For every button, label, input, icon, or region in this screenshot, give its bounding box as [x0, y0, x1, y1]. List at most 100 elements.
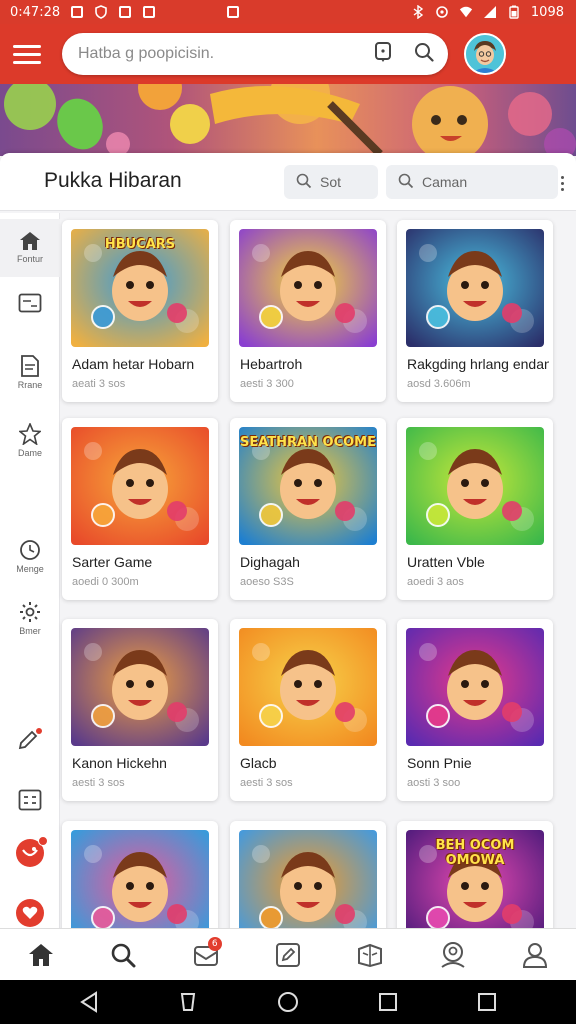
- more-options-icon[interactable]: [561, 176, 564, 191]
- shield-icon: [94, 5, 108, 19]
- game-card[interactable]: BEH OCOM OMOWA: [397, 821, 553, 930]
- main-panel: Pukka Hibaran Sot Caman Fontur Rrane Dam…: [0, 153, 576, 930]
- app-header: [0, 24, 576, 84]
- sidebar-item-settings[interactable]: Bmer: [0, 601, 60, 645]
- square-icon[interactable]: [477, 992, 497, 1012]
- game-card[interactable]: [230, 821, 386, 930]
- game-meta: aesti 3 sos: [240, 777, 293, 789]
- text-icon: [142, 5, 156, 19]
- community-icon: [440, 941, 465, 968]
- nav-search[interactable]: [99, 931, 147, 979]
- sidebar-item-star[interactable]: Dame: [0, 423, 60, 467]
- sidebar-item-game[interactable]: [0, 836, 60, 873]
- nav-profile[interactable]: [511, 931, 559, 979]
- game-title[interactable]: Adam hetar Hobarn: [72, 356, 214, 372]
- sidebar-item-label: Menge: [16, 564, 44, 574]
- search-icon: [296, 173, 312, 192]
- search-icon: [112, 943, 136, 967]
- game-thumbnail: [406, 229, 544, 347]
- game-title[interactable]: Sarter Game: [72, 554, 214, 570]
- game-meta: aosti 3 soo: [407, 777, 461, 789]
- gear-icon: [20, 602, 40, 622]
- hotspot-icon: [435, 5, 449, 19]
- game-title[interactable]: Glacb: [240, 755, 382, 771]
- home-button-icon[interactable]: [277, 991, 299, 1013]
- app-notification-icon: [70, 5, 84, 19]
- game-meta: aoedi 0 300m: [72, 576, 139, 588]
- search-input[interactable]: [78, 45, 374, 63]
- recents-alt-icon[interactable]: [178, 991, 198, 1013]
- nav-inbox[interactable]: 6: [182, 931, 230, 979]
- game-card[interactable]: HBUCARS Adam hetar Hobarn aeati 3 sos: [62, 220, 218, 402]
- game-icon: [16, 836, 48, 867]
- back-icon[interactable]: [79, 991, 99, 1013]
- game-meta: aeati 3 sos: [72, 378, 126, 390]
- notification-badge: 6: [207, 936, 222, 951]
- nav-edit[interactable]: [264, 931, 312, 979]
- sort-label: Sot: [320, 174, 342, 190]
- bluetooth-icon: [411, 5, 425, 19]
- sidebar-item-home[interactable]: Fontur: [0, 219, 60, 277]
- game-title[interactable]: Hebartroh: [240, 356, 382, 372]
- notification-icon[interactable]: [374, 41, 392, 68]
- game-title[interactable]: Rakgding hrlang endan: [407, 356, 549, 372]
- nav-library[interactable]: [346, 931, 394, 979]
- game-title[interactable]: Uratten Vble: [407, 554, 549, 570]
- thumbnail-logo-text: HBUCARS: [104, 237, 176, 252]
- search-icon[interactable]: [414, 42, 434, 67]
- sidebar-item-label: Rrane: [17, 380, 43, 390]
- game-card[interactable]: Sarter Game aoedi 0 300m: [62, 418, 218, 600]
- sidebar-item-clock[interactable]: Menge: [0, 539, 60, 583]
- home-icon: [29, 943, 54, 966]
- game-card[interactable]: [62, 821, 218, 930]
- game-meta: aesti 3 sos: [72, 777, 125, 789]
- filter-label: Caman: [422, 174, 468, 190]
- nav-community[interactable]: [429, 931, 477, 979]
- wifi-icon: [459, 5, 473, 19]
- game-card[interactable]: Glacb aesti 3 sos: [230, 619, 386, 801]
- sidebar-item-edit[interactable]: [0, 727, 60, 761]
- promo-banner[interactable]: [0, 84, 576, 156]
- game-thumbnail: [406, 628, 544, 746]
- heart-icon: [16, 899, 44, 927]
- game-card[interactable]: Rakgding hrlang endan aosd 3.606m: [397, 220, 553, 402]
- sidebar-item-inbox[interactable]: [0, 293, 60, 333]
- game-thumbnail: [71, 628, 209, 746]
- game-card[interactable]: Kanon Hickehn aesti 3 sos: [62, 619, 218, 801]
- sidebar-item-grid[interactable]: [0, 789, 60, 819]
- game-title[interactable]: Kanon Hickehn: [72, 755, 214, 771]
- nav-home[interactable]: [17, 931, 65, 979]
- library-icon: [358, 943, 383, 967]
- profile-icon: [522, 942, 547, 968]
- menu-icon[interactable]: [10, 37, 44, 71]
- game-title[interactable]: Sonn Pnie: [407, 755, 549, 771]
- sidebar-item-label: Dame: [17, 448, 42, 458]
- game-thumbnail: [71, 427, 209, 545]
- avatar[interactable]: [464, 33, 506, 75]
- game-card[interactable]: Sonn Pnie aosti 3 soo: [397, 619, 553, 801]
- media-icon: [226, 5, 240, 19]
- game-title[interactable]: Dighagah: [240, 554, 382, 570]
- game-thumbnail: [239, 628, 377, 746]
- game-thumbnail: SEATHRAN OCOME: [239, 427, 377, 545]
- filter-search-field[interactable]: Caman: [386, 165, 558, 199]
- search-bar[interactable]: [62, 33, 448, 75]
- thumbnail-logo-text: SEATHRAN OCOME: [240, 435, 376, 450]
- battery-icon: [507, 5, 521, 19]
- game-meta: aoeso S3S: [240, 576, 294, 588]
- thumbnail-logo-text: BEH OCOM OMOWA: [435, 838, 515, 868]
- game-meta: aoedi 3 aos: [407, 576, 464, 588]
- game-card[interactable]: Hebartroh aesti 3 300: [230, 220, 386, 402]
- overview-icon[interactable]: [378, 992, 398, 1012]
- game-thumbnail: [239, 229, 377, 347]
- sort-button[interactable]: Sot: [284, 165, 378, 199]
- battery-level: 1098: [530, 4, 564, 20]
- game-card[interactable]: Uratten Vble aoedi 3 aos: [397, 418, 553, 600]
- document-icon: [21, 355, 39, 377]
- photo-icon: [118, 5, 132, 19]
- sidebar-item-label: Fontur: [16, 254, 43, 264]
- game-card[interactable]: SEATHRAN OCOME Dighagah aoeso S3S: [230, 418, 386, 600]
- sidebar-item-favorites[interactable]: [0, 899, 60, 930]
- sidebar-item-document[interactable]: Rrane: [0, 355, 60, 399]
- edit-icon: [18, 728, 42, 750]
